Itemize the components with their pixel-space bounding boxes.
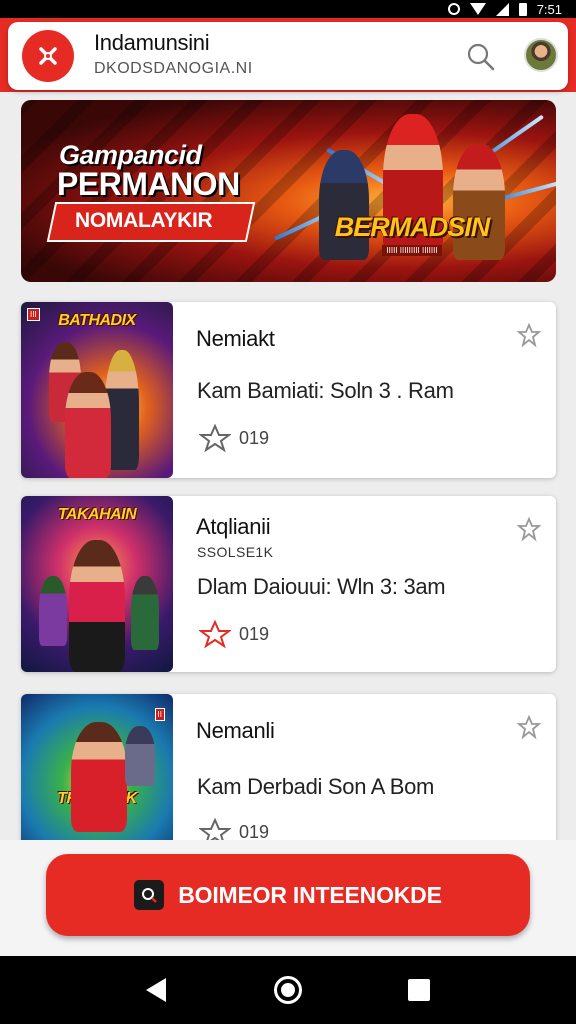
status-bar: 7:51 bbox=[0, 0, 576, 18]
navigation-bar bbox=[0, 956, 576, 1024]
battery-icon bbox=[518, 2, 527, 16]
app-title: Indamunsini bbox=[94, 30, 210, 55]
pin-icon bbox=[516, 714, 542, 740]
app-logo[interactable] bbox=[22, 30, 74, 82]
status-time: 7:51 bbox=[536, 1, 562, 17]
pin-icon bbox=[516, 322, 542, 348]
game-title: Nemanli bbox=[196, 718, 275, 743]
game-description: Kam Bamiati: Soln 3 . Ram bbox=[197, 378, 454, 403]
rating-value: 019 bbox=[239, 623, 270, 644]
banner-tag: NOMALAYKIR bbox=[75, 209, 213, 232]
rating-value: 019 bbox=[239, 427, 270, 448]
main-action-button[interactable]: BOIMEOR INTEENOKDE bbox=[46, 854, 530, 936]
banner-logo-text: BERMADSIN bbox=[334, 212, 491, 242]
banner-title: PERMANON bbox=[57, 166, 240, 202]
thumbnail-art bbox=[39, 576, 67, 646]
game-card[interactable]: III BATHADIX Nemiakt Kam Bamiati: Soln 3… bbox=[21, 302, 556, 478]
game-thumbnail[interactable]: III BATHADIX bbox=[21, 302, 173, 478]
thumbnail-title: TAKAHAIN bbox=[57, 506, 137, 523]
search-doc-icon bbox=[134, 880, 165, 910]
app-subtitle: DKODSDANOGIA.NI bbox=[94, 60, 253, 77]
recent-apps-icon[interactable] bbox=[408, 979, 430, 1001]
back-icon[interactable] bbox=[146, 978, 166, 1002]
pin-icon bbox=[516, 516, 542, 542]
signal-icon bbox=[495, 2, 509, 16]
thumbnail-title: BATHADIX bbox=[58, 312, 136, 329]
game-description: Dlam Daiouui: Wln 3: 3am bbox=[197, 574, 446, 599]
thumbnail-art bbox=[71, 722, 127, 832]
star-icon bbox=[199, 620, 231, 648]
thumbnail-art bbox=[69, 540, 125, 672]
main-action-label: BOIMEOR INTEENOKDE bbox=[178, 881, 442, 908]
avatar[interactable] bbox=[524, 38, 558, 72]
search-button[interactable] bbox=[466, 42, 496, 72]
game-thumbnail[interactable]: TAKAHAIN bbox=[21, 496, 173, 672]
search-icon bbox=[467, 43, 495, 71]
tools-icon bbox=[39, 47, 57, 65]
game-title: Atqlianii bbox=[196, 514, 271, 539]
star-icon bbox=[199, 424, 231, 452]
thumbnail-badge: II bbox=[154, 708, 165, 721]
game-card[interactable]: TAKAHAIN Atqlianii SSOLSE1K Dlam Daiouui… bbox=[21, 496, 556, 672]
banner-game-logo: BERMADSIN IIIII IIIIIIIII IIIIIII bbox=[331, 205, 493, 263]
app-header: Indamunsini DKODSDANOGIA.NI bbox=[8, 22, 568, 90]
featured-banner[interactable]: Gampancid PERMANON NOMALAYKIR BERMADSIN … bbox=[21, 100, 556, 282]
banner-logo-subtext: IIIII IIIIIIIII IIIIIII bbox=[382, 245, 442, 256]
favorite-button[interactable] bbox=[516, 516, 542, 542]
game-rating: 019 bbox=[199, 620, 269, 648]
favorite-button[interactable] bbox=[516, 714, 542, 740]
game-description: Kam Derbadi Son A Bom bbox=[197, 774, 435, 799]
game-rating: 019 bbox=[199, 424, 269, 452]
game-title: Nemiakt bbox=[196, 326, 275, 351]
home-icon[interactable] bbox=[274, 976, 302, 1004]
game-subtitle: SSOLSE1K bbox=[197, 544, 274, 560]
favorite-button[interactable] bbox=[516, 322, 542, 348]
thumbnail-art bbox=[131, 576, 159, 650]
wifi-icon bbox=[469, 3, 486, 15]
sync-icon bbox=[447, 3, 460, 15]
thumbnail-art bbox=[65, 372, 111, 478]
thumbnail-art bbox=[125, 726, 155, 786]
